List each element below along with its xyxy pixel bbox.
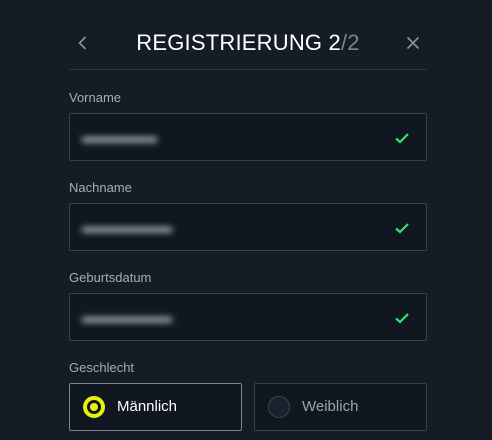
title-step: REGISTRIERUNG 2: [136, 30, 341, 55]
first-name-input[interactable]: ▬▬▬▬▬: [69, 113, 427, 161]
radio-unselected-icon: [268, 396, 290, 418]
first-name-value: ▬▬▬▬▬: [82, 129, 157, 146]
title-total: /2: [340, 30, 360, 55]
registration-page: REGISTRIERUNG 2/2 Vorname ▬▬▬▬▬ Nachname…: [0, 0, 492, 440]
gender-label: Geschlecht: [69, 360, 135, 375]
birth-date-label: Geburtsdatum: [69, 270, 152, 285]
check-icon: [395, 133, 409, 144]
gender-option-male[interactable]: Männlich: [69, 383, 242, 431]
first-name-label: Vorname: [69, 90, 122, 105]
last-name-input[interactable]: ▬▬▬▬▬▬: [69, 203, 427, 251]
gender-option-male-label: Männlich: [117, 398, 178, 415]
gender-option-female[interactable]: Weiblich: [254, 383, 427, 431]
birth-date-value: ▬▬▬▬▬▬: [82, 309, 172, 326]
last-name-label: Nachname: [69, 180, 132, 195]
check-icon: [395, 313, 409, 324]
check-icon: [395, 223, 409, 234]
close-button[interactable]: [403, 33, 423, 53]
radio-selected-icon: [83, 396, 105, 418]
birth-date-input[interactable]: ▬▬▬▬▬▬: [69, 293, 427, 341]
close-icon: [406, 36, 420, 50]
page-title: REGISTRIERUNG 2/2: [69, 30, 427, 56]
registration-header: REGISTRIERUNG 2/2: [69, 24, 427, 70]
last-name-value: ▬▬▬▬▬▬: [82, 219, 172, 236]
gender-option-female-label: Weiblich: [302, 398, 359, 415]
